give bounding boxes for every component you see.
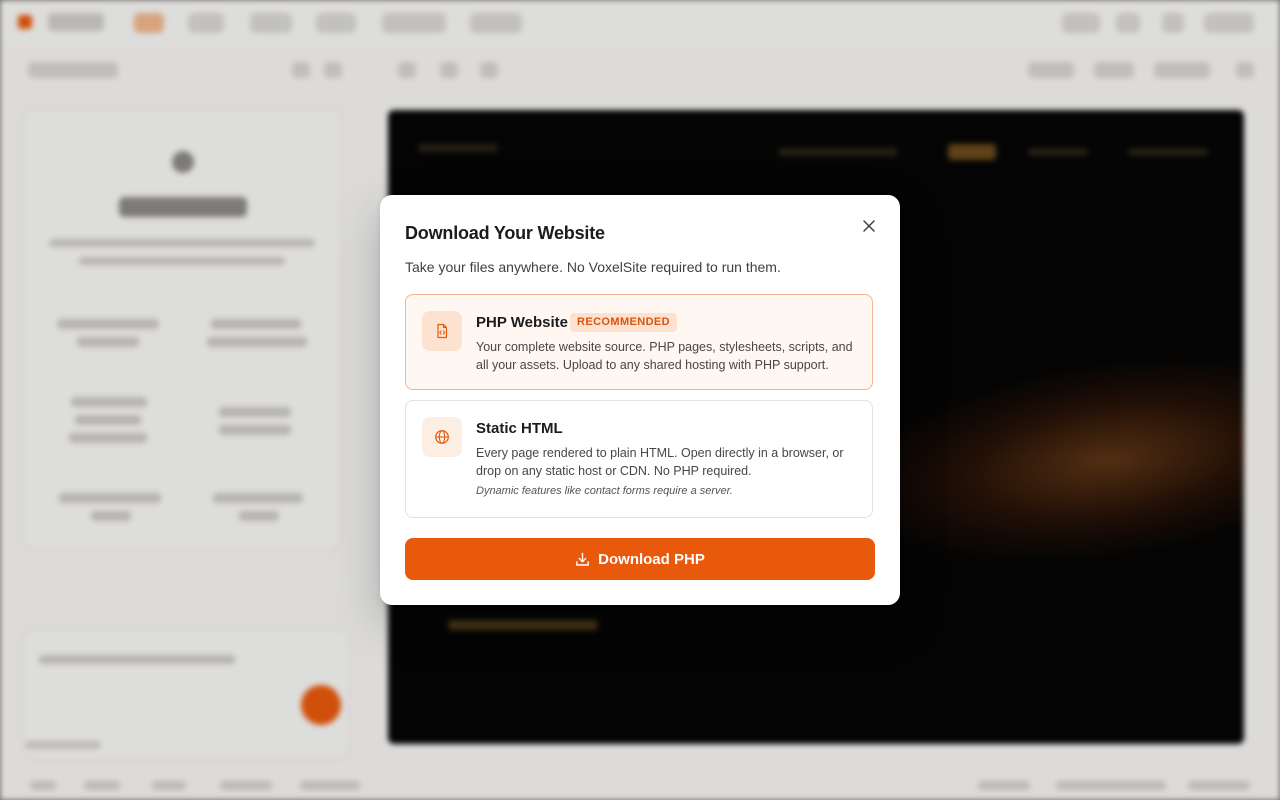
- recommended-badge: RECOMMENDED: [570, 313, 678, 332]
- php-file-icon: [422, 311, 462, 351]
- download-button-label: Download PHP: [598, 550, 705, 568]
- option-php-website[interactable]: PHP Website RECOMMENDED Your complete we…: [405, 294, 873, 390]
- download-website-modal: Download Your Website Take your files an…: [380, 195, 900, 605]
- modal-subtitle: Take your files anywhere. No VoxelSite r…: [405, 259, 781, 275]
- option-static-html[interactable]: Static HTML Every page rendered to plain…: [405, 400, 873, 518]
- option-static-note: Dynamic features like contact forms requ…: [476, 485, 733, 497]
- download-button[interactable]: Download PHP: [405, 538, 875, 580]
- option-static-title: Static HTML: [476, 420, 563, 437]
- modal-title: Download Your Website: [405, 223, 605, 243]
- download-icon: [576, 552, 590, 566]
- option-php-title: PHP Website: [476, 314, 568, 331]
- option-php-description: Your complete website source. PHP pages,…: [476, 340, 853, 372]
- close-button[interactable]: [858, 215, 880, 237]
- globe-icon: [422, 417, 462, 457]
- option-static-description: Every page rendered to plain HTML. Open …: [476, 446, 844, 478]
- close-icon: [863, 220, 875, 232]
